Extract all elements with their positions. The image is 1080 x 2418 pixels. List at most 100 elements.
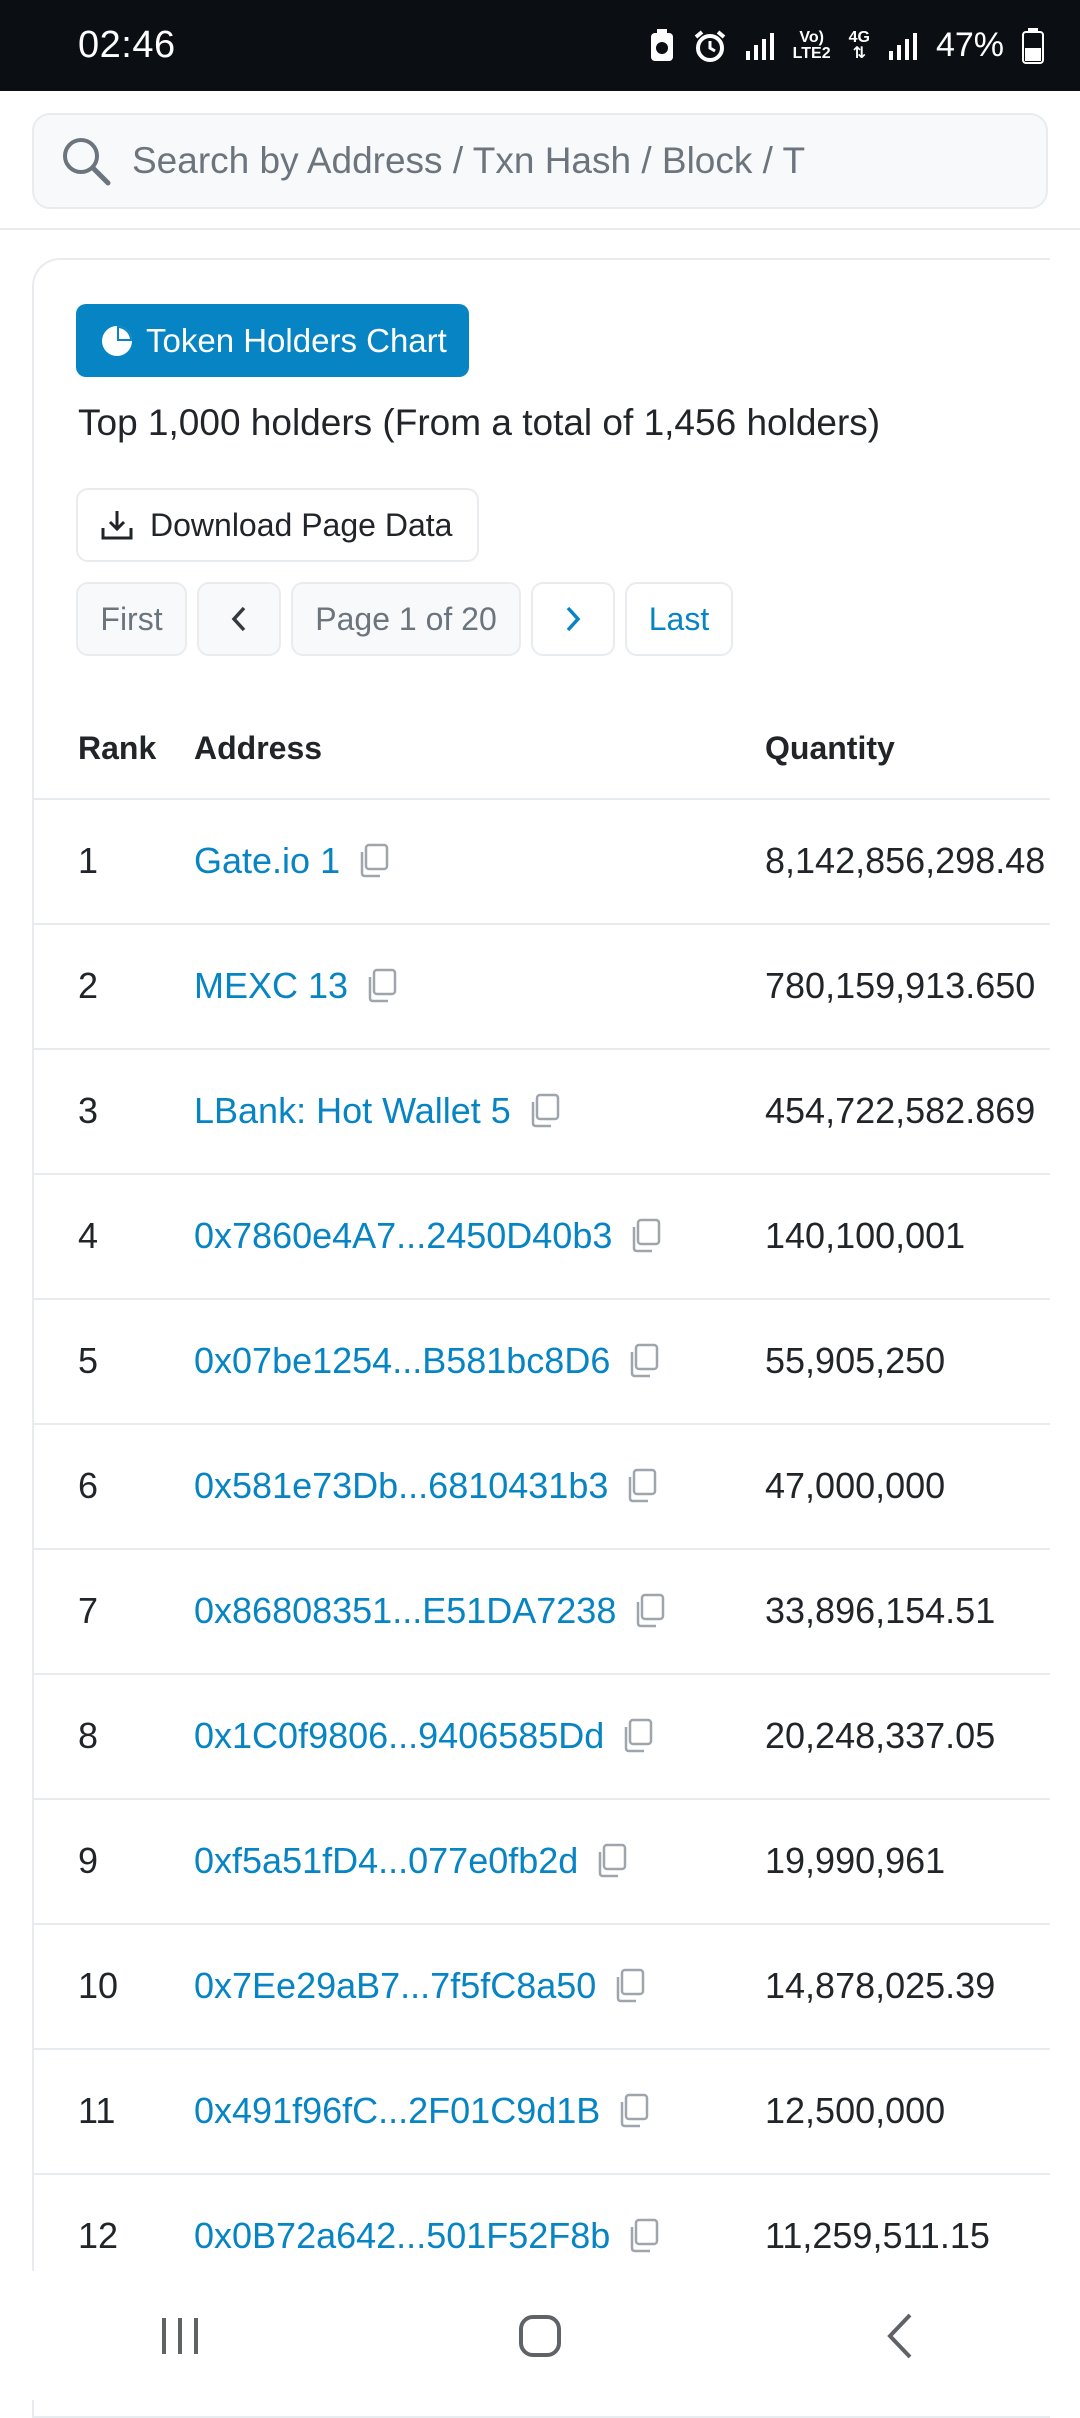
nav-recents-button[interactable]	[130, 2306, 230, 2366]
copy-icon[interactable]	[527, 1093, 561, 1129]
address-link[interactable]: LBank: Hot Wallet 5	[194, 1090, 511, 1132]
copy-icon[interactable]	[620, 1718, 654, 1754]
row-rank: 1	[78, 840, 99, 881]
copy-icon[interactable]	[624, 1468, 658, 1504]
nav-back-button[interactable]	[850, 2306, 950, 2366]
row-rank: 4	[78, 1215, 99, 1256]
network-label-bottom: LTE2	[792, 44, 831, 62]
search-input[interactable]	[132, 140, 832, 182]
download-icon	[101, 511, 133, 540]
copy-icon[interactable]	[356, 843, 390, 879]
address-link[interactable]: 0x07be1254...B581bc8D6	[194, 1340, 610, 1382]
nav-home-button[interactable]	[490, 2306, 590, 2366]
status-time: 02:46	[78, 24, 176, 66]
pagination: First Page 1 of 20 Last	[76, 582, 733, 656]
table-row: 3 LBank: Hot Wallet 5 454,722,582.869	[34, 1050, 1050, 1175]
copy-icon[interactable]	[364, 968, 398, 1004]
address-link[interactable]: 0xf5a51fD4...077e0fb2d	[194, 1840, 578, 1882]
copy-icon[interactable]	[632, 1593, 666, 1629]
address-link[interactable]: 0x1C0f9806...9406585Dd	[194, 1715, 604, 1757]
status-bar: 02:46 Vo) LTE2 4G ⇅ 47%	[0, 0, 1080, 91]
network-label-top: Vo)	[799, 28, 824, 46]
row-quantity: 47,000,000	[765, 1465, 946, 1506]
data-arrows-icon: ⇅	[852, 44, 866, 62]
row-rank: 2	[78, 965, 99, 1006]
row-address: 0x491f96fC...2F01C9d1B	[194, 2090, 650, 2132]
row-address: 0x0B72a642...501F52F8b	[194, 2215, 660, 2257]
row-quantity: 12,500,000	[765, 2090, 946, 2131]
alarm-icon	[694, 29, 725, 62]
table-row: 6 0x581e73Db...6810431b3 47,000,000	[34, 1425, 1050, 1550]
table-row: 7 0x86808351...E51DA7238 33,896,154.51	[34, 1550, 1050, 1675]
copy-icon[interactable]	[612, 1968, 646, 2004]
next-page-button[interactable]	[531, 582, 615, 656]
network-4g-label: 4G	[848, 28, 870, 46]
row-address: LBank: Hot Wallet 5	[194, 1090, 561, 1132]
chevron-right-icon	[566, 606, 581, 632]
copy-icon[interactable]	[626, 1343, 660, 1379]
row-rank: 11	[78, 2090, 116, 2131]
header-quantity: Quantity	[765, 730, 895, 766]
address-link[interactable]: MEXC 13	[194, 965, 348, 1007]
header-rank: Rank	[78, 730, 157, 766]
row-rank: 10	[78, 1965, 119, 2006]
row-address: 0x7860e4A7...2450D40b3	[194, 1215, 662, 1257]
address-link[interactable]: Gate.io 1	[194, 840, 340, 882]
row-rank: 9	[78, 1840, 99, 1881]
copy-icon[interactable]	[594, 1843, 628, 1879]
address-link[interactable]: 0x581e73Db...6810431b3	[194, 1465, 608, 1507]
copy-icon[interactable]	[626, 2218, 660, 2254]
row-quantity: 14,878,025.39	[765, 1965, 996, 2006]
row-address: Gate.io 1	[194, 840, 390, 882]
pie-chart-icon	[102, 325, 132, 356]
row-quantity: 55,905,250	[765, 1340, 946, 1381]
header-address: Address	[194, 730, 323, 766]
nav-back-icon	[887, 2313, 912, 2358]
nav-recents-icon	[162, 2317, 198, 2354]
first-page-button[interactable]: First	[76, 582, 187, 656]
copy-icon[interactable]	[616, 2093, 650, 2129]
address-link[interactable]: 0x7Ee29aB7...7f5fC8a50	[194, 1965, 596, 2007]
signal-icon-2	[888, 32, 917, 60]
table-row: 5 0x07be1254...B581bc8D6 55,905,250	[34, 1300, 1050, 1425]
address-link[interactable]: 0x491f96fC...2F01C9d1B	[194, 2090, 600, 2132]
search-icon	[63, 138, 111, 186]
network-4g: 4G ⇅	[848, 28, 870, 62]
holders-summary: Top 1,000 holders (From a total of 1,456…	[78, 402, 881, 443]
row-quantity: 780,159,913.650	[765, 965, 1036, 1006]
search-bar	[0, 91, 1080, 230]
network-label: Vo) LTE2	[792, 28, 831, 62]
last-page-button[interactable]: Last	[625, 582, 733, 656]
row-rank: 8	[78, 1715, 99, 1756]
row-address: 0xf5a51fD4...077e0fb2d	[194, 1840, 628, 1882]
battery-icon	[1022, 27, 1044, 64]
row-rank: 6	[78, 1465, 99, 1506]
row-quantity: 19,990,961	[765, 1840, 946, 1881]
table-row: 9 0xf5a51fD4...077e0fb2d 19,990,961	[34, 1800, 1050, 1925]
row-address: 0x86808351...E51DA7238	[194, 1590, 666, 1632]
row-address: 0x581e73Db...6810431b3	[194, 1465, 658, 1507]
table-row: 11 0x491f96fC...2F01C9d1B 12,500,000	[34, 2050, 1050, 2175]
token-holders-chart-label: Token Holders Chart	[146, 321, 447, 359]
navigation-bar	[0, 2271, 1080, 2400]
table-row: 2 MEXC 13 780,159,913.650	[34, 925, 1050, 1050]
row-address: 0x1C0f9806...9406585Dd	[194, 1715, 654, 1757]
holders-card: Token Holders Chart Top 1,000 holders (F…	[32, 258, 1050, 2418]
copy-icon[interactable]	[628, 1218, 662, 1254]
search-box[interactable]	[32, 113, 1048, 209]
row-rank: 5	[78, 1340, 99, 1381]
row-address: 0x07be1254...B581bc8D6	[194, 1340, 660, 1382]
row-address: MEXC 13	[194, 965, 398, 1007]
address-link[interactable]: 0x7860e4A7...2450D40b3	[194, 1215, 612, 1257]
chevron-left-icon	[231, 606, 246, 632]
token-holders-chart-button[interactable]: Token Holders Chart	[76, 304, 469, 377]
row-quantity: 11,259,511.15	[765, 2215, 990, 2256]
table-row: 4 0x7860e4A7...2450D40b3 140,100,001	[34, 1175, 1050, 1300]
row-rank: 3	[78, 1090, 99, 1131]
holders-table: 1 Gate.io 1 8,142,856,298.48 2 MEXC 13 7…	[34, 800, 1050, 2300]
row-address: 0x7Ee29aB7...7f5fC8a50	[194, 1965, 646, 2007]
previous-page-button[interactable]	[197, 582, 281, 656]
address-link[interactable]: 0x86808351...E51DA7238	[194, 1590, 616, 1632]
address-link[interactable]: 0x0B72a642...501F52F8b	[194, 2215, 610, 2257]
download-page-data-button[interactable]: Download Page Data	[76, 488, 479, 562]
